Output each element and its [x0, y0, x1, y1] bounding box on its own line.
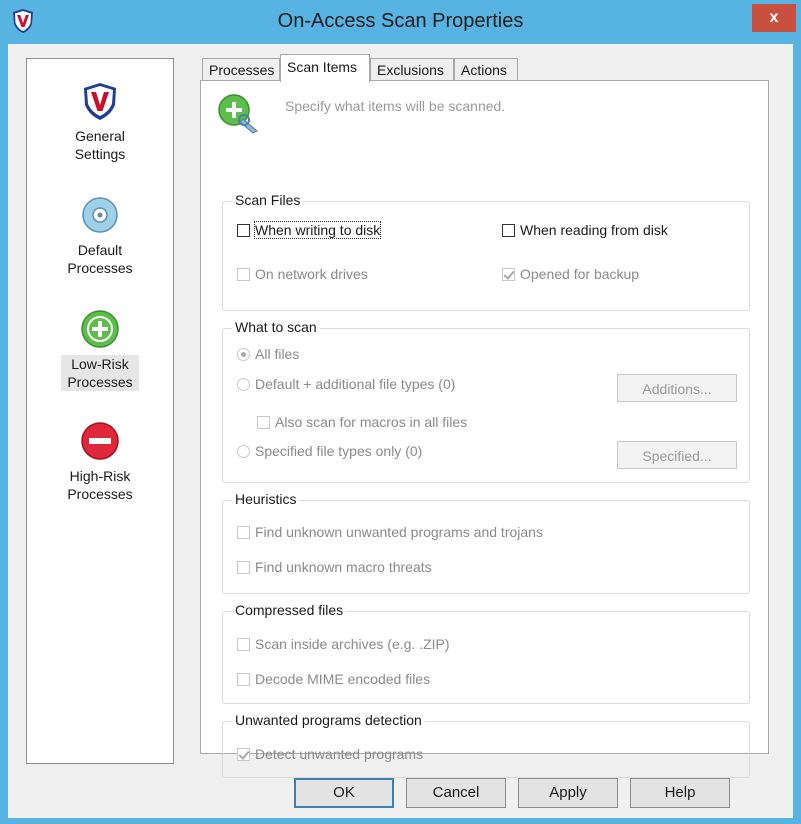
macros-checkbox[interactable]: Also scan for macros in all files — [257, 414, 467, 430]
checkbox-label: Decode MIME encoded files — [255, 671, 431, 687]
checkbox-box — [237, 561, 250, 574]
checkbox-label: On network drives — [255, 266, 368, 282]
check-mark-icon — [238, 748, 250, 760]
default-additional-radio[interactable]: Default + additional file types (0) — [237, 376, 455, 392]
specified-only-radio[interactable]: Specified file types only (0) — [237, 443, 422, 459]
checkbox-box — [257, 416, 270, 429]
sidebar-item-default-processes[interactable]: Default Processes — [27, 193, 173, 277]
tab-exclusions[interactable]: Exclusions — [370, 58, 454, 80]
specified-button[interactable]: Specified... — [617, 441, 737, 469]
checkbox-label: When reading from disk — [520, 222, 668, 238]
sidebar-item-low-risk-processes[interactable]: Low-Risk Processes — [27, 307, 173, 391]
apply-button[interactable]: Apply — [518, 778, 618, 808]
radio-label: Specified file types only (0) — [255, 443, 423, 459]
checkbox-label: Opened for backup — [520, 266, 640, 282]
checkbox-label: Detect unwanted programs — [255, 746, 424, 762]
scan-settings-icon — [218, 94, 258, 134]
checkbox-box — [237, 673, 250, 686]
checkbox-box — [237, 748, 250, 761]
all-files-radio[interactable]: All files — [237, 346, 299, 362]
additions-button[interactable]: Additions... — [617, 374, 737, 402]
close-button[interactable]: x — [752, 4, 796, 32]
radio-dot — [237, 348, 250, 361]
checkbox-box — [237, 224, 250, 237]
checkbox-box — [237, 638, 250, 651]
cancel-button[interactable]: Cancel — [406, 778, 506, 808]
panel-description: Specify what items will be scanned. — [285, 98, 506, 114]
group-title: Heuristics — [232, 491, 300, 507]
tab-actions[interactable]: Actions — [454, 58, 518, 80]
mcafee-shield-icon — [84, 83, 116, 120]
checkbox-box — [237, 526, 250, 539]
scan-files-group: Scan Files When writing to disk When rea… — [222, 192, 750, 311]
archives-checkbox[interactable]: Scan inside archives (e.g. .ZIP) — [237, 636, 450, 652]
unwanted-trojans-checkbox[interactable]: Find unknown unwanted programs and troja… — [237, 524, 543, 540]
ok-button[interactable]: OK — [294, 778, 394, 808]
dialog-client: General Settings Default Processes Low-R… — [8, 44, 793, 818]
radio-label: All files — [255, 346, 300, 362]
checkbox-label: When writing to disk — [253, 221, 382, 239]
group-title: Unwanted programs detection — [232, 712, 425, 728]
dialog-window: On-Access Scan Properties x General Sett… — [0, 0, 801, 824]
checkbox-label: Find unknown macro threats — [255, 559, 432, 575]
red-minus-icon — [81, 422, 119, 460]
sidebar-item-general-settings[interactable]: General Settings — [27, 79, 173, 163]
disc-icon — [82, 197, 118, 233]
opened-backup-checkbox[interactable]: Opened for backup — [502, 266, 639, 282]
heuristics-group: Heuristics Find unknown unwanted program… — [222, 491, 750, 594]
macro-threats-checkbox[interactable]: Find unknown macro threats — [237, 559, 432, 575]
green-plus-icon — [81, 310, 119, 348]
checkbox-label: Scan inside archives (e.g. .ZIP) — [255, 636, 450, 652]
detect-unwanted-checkbox[interactable]: Detect unwanted programs — [237, 746, 423, 762]
checkbox-label: Also scan for macros in all files — [275, 414, 468, 430]
sidebar-item-label: Default Processes — [67, 242, 133, 276]
scan-items-panel: Specify what items will be scanned. Scan… — [200, 80, 769, 778]
category-sidebar: General Settings Default Processes Low-R… — [26, 58, 174, 764]
sidebar-item-label: General Settings — [74, 128, 126, 162]
radio-dot — [237, 445, 250, 458]
unwanted-programs-group: Unwanted programs detection Detect unwan… — [222, 712, 750, 778]
checkbox-box — [237, 268, 250, 281]
help-button[interactable]: Help — [630, 778, 730, 808]
tab-processes[interactable]: Processes — [202, 58, 280, 80]
window-title: On-Access Scan Properties — [277, 10, 524, 32]
sidebar-item-label: High-Risk Processes — [67, 468, 133, 502]
mime-checkbox[interactable]: Decode MIME encoded files — [237, 671, 430, 687]
radio-selected-dot — [241, 352, 246, 357]
what-to-scan-group: What to scan All files Default + additio… — [222, 319, 750, 483]
group-title: Compressed files — [232, 602, 347, 618]
when-reading-checkbox[interactable]: When reading from disk — [502, 222, 668, 238]
sidebar-item-high-risk-processes[interactable]: High-Risk Processes — [27, 419, 173, 503]
sidebar-item-label: Low-Risk Processes — [61, 355, 139, 391]
checkbox-label: Find unknown unwanted programs and troja… — [255, 524, 543, 540]
when-writing-checkbox[interactable]: When writing to disk — [237, 221, 382, 239]
tab-scan-items[interactable]: Scan Items — [280, 54, 370, 82]
radio-label: Default + additional file types (0) — [255, 376, 456, 392]
group-title: Scan Files — [232, 192, 304, 208]
compressed-files-group: Compressed files Scan inside archives (e… — [222, 602, 750, 704]
checkbox-box — [502, 268, 515, 281]
title-bar[interactable]: On-Access Scan Properties x — [0, 0, 801, 44]
network-drives-checkbox[interactable]: On network drives — [237, 266, 368, 282]
check-mark-icon — [503, 268, 515, 280]
radio-dot — [237, 378, 250, 391]
group-title: What to scan — [232, 319, 320, 335]
checkbox-box — [502, 224, 515, 237]
